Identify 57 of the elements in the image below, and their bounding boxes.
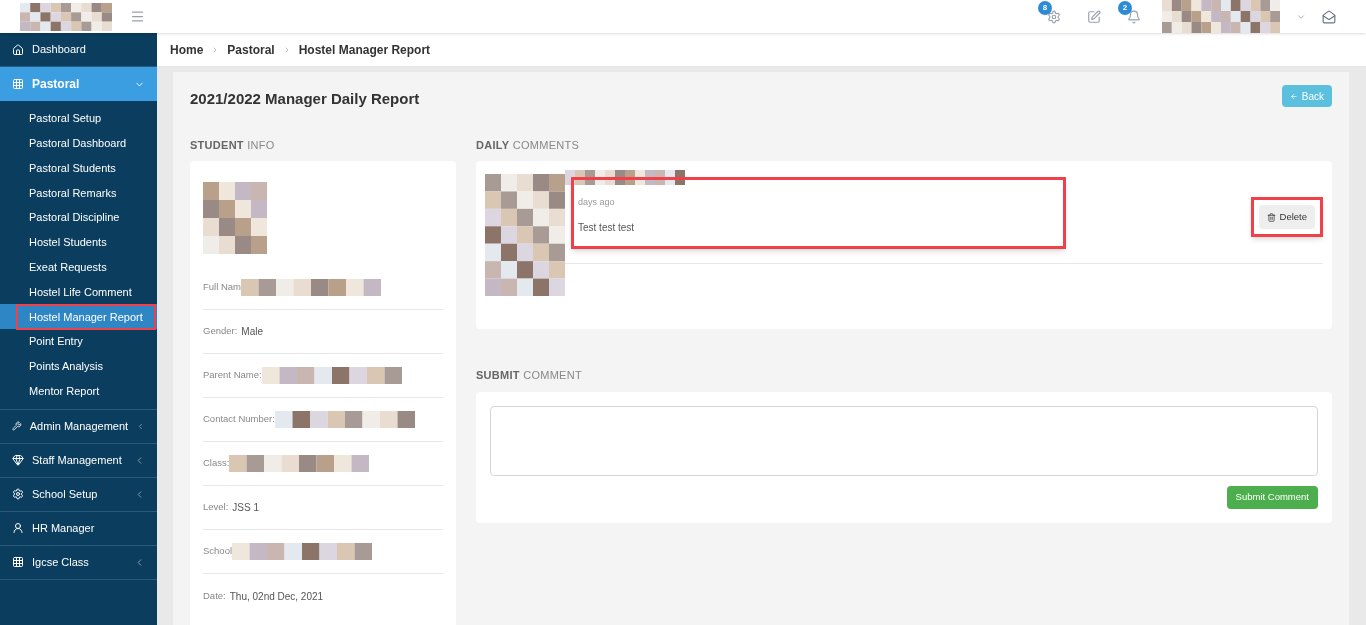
- info-label: Gender:: [203, 324, 238, 339]
- info-label: Parent Name:: [203, 368, 262, 383]
- sidebar-subitem[interactable]: Point Entry: [18, 330, 94, 353]
- info-label: School: [203, 544, 233, 559]
- bell-icon: [1127, 9, 1141, 24]
- sidebar-item[interactable]: HR Manager: [0, 511, 157, 545]
- info-label: Date:: [203, 588, 226, 603]
- home-icon: [12, 43, 24, 56]
- settings-icon: [1047, 9, 1061, 24]
- user-icon: [12, 522, 24, 535]
- sidebar-subitem[interactable]: Pastoral Discipline: [18, 206, 131, 229]
- sidebar-item[interactable]: Dashboard: [0, 33, 157, 66]
- sidebar-subitem[interactable]: Exeat Requests: [18, 255, 118, 279]
- section-heading: SUBMIT COMMENT: [476, 368, 583, 383]
- info-value: Male: [241, 325, 263, 339]
- wrench-icon: [12, 420, 22, 433]
- info-value: JSS 1: [232, 501, 260, 515]
- count-badge: 2: [1118, 0, 1132, 15]
- comment-text: Test test test: [578, 220, 636, 235]
- info-value: Thu, 02nd Dec, 2021: [229, 589, 324, 604]
- sidebar-subitem[interactable]: Hostel Life Comment: [18, 280, 143, 304]
- trash-icon: [1266, 212, 1276, 222]
- sidebar-item[interactable]: Staff Management: [0, 443, 157, 477]
- sidebar-item[interactable]: Igcse Class: [0, 545, 157, 579]
- sidebar-item[interactable]: Admin Management: [0, 409, 157, 443]
- count-badge: 8: [1038, 0, 1052, 15]
- sidebar-subitem[interactable]: Mentor Report: [18, 379, 111, 403]
- info-label: Level:: [203, 500, 229, 515]
- sidebar-subitem[interactable]: Pastoral Remarks: [18, 181, 128, 205]
- sidebar-subitem[interactable]: Pastoral Dashboard: [18, 131, 138, 155]
- comment-input[interactable]: [490, 405, 1318, 476]
- info-label: Full Nam: [203, 280, 241, 295]
- page-title: 2021/2022 Manager Daily Report: [190, 89, 420, 109]
- section-heading: STUDENT INFO: [190, 137, 276, 153]
- menu-button[interactable]: [130, 9, 145, 24]
- mail-icon: [1322, 9, 1336, 24]
- sidebar-subitem[interactable]: Pastoral Students: [18, 156, 127, 180]
- info-label: Contact Number:: [203, 412, 275, 427]
- diamond-icon: [12, 454, 24, 467]
- breadcrumb-link[interactable]: Pastoral: [227, 40, 275, 59]
- info-label: Class:: [203, 456, 230, 471]
- sidebar-subitem[interactable]: Points Analysis: [18, 355, 114, 378]
- breadcrumb-link[interactable]: Home: [170, 40, 204, 59]
- grid-icon: [12, 556, 24, 569]
- mail-button[interactable]: [1322, 9, 1336, 24]
- comment-time: days ago: [578, 196, 616, 209]
- menu-icon: [130, 9, 145, 24]
- sidebar-subitem[interactable]: Hostel Students: [18, 231, 118, 254]
- delete-button[interactable]: Delete: [1258, 205, 1315, 229]
- edit-icon: [1087, 9, 1101, 24]
- section-heading: DAILY COMMENTS: [476, 137, 581, 153]
- arrow-left-icon: [1290, 91, 1298, 101]
- grid-icon: [12, 78, 24, 90]
- sidebar-item[interactable]: School Setup: [0, 477, 157, 511]
- sidebar-subitem[interactable]: Pastoral Setup: [18, 107, 113, 130]
- settings-icon: [12, 488, 24, 501]
- breadcrumb-link[interactable]: Hostel Manager Report: [298, 40, 431, 59]
